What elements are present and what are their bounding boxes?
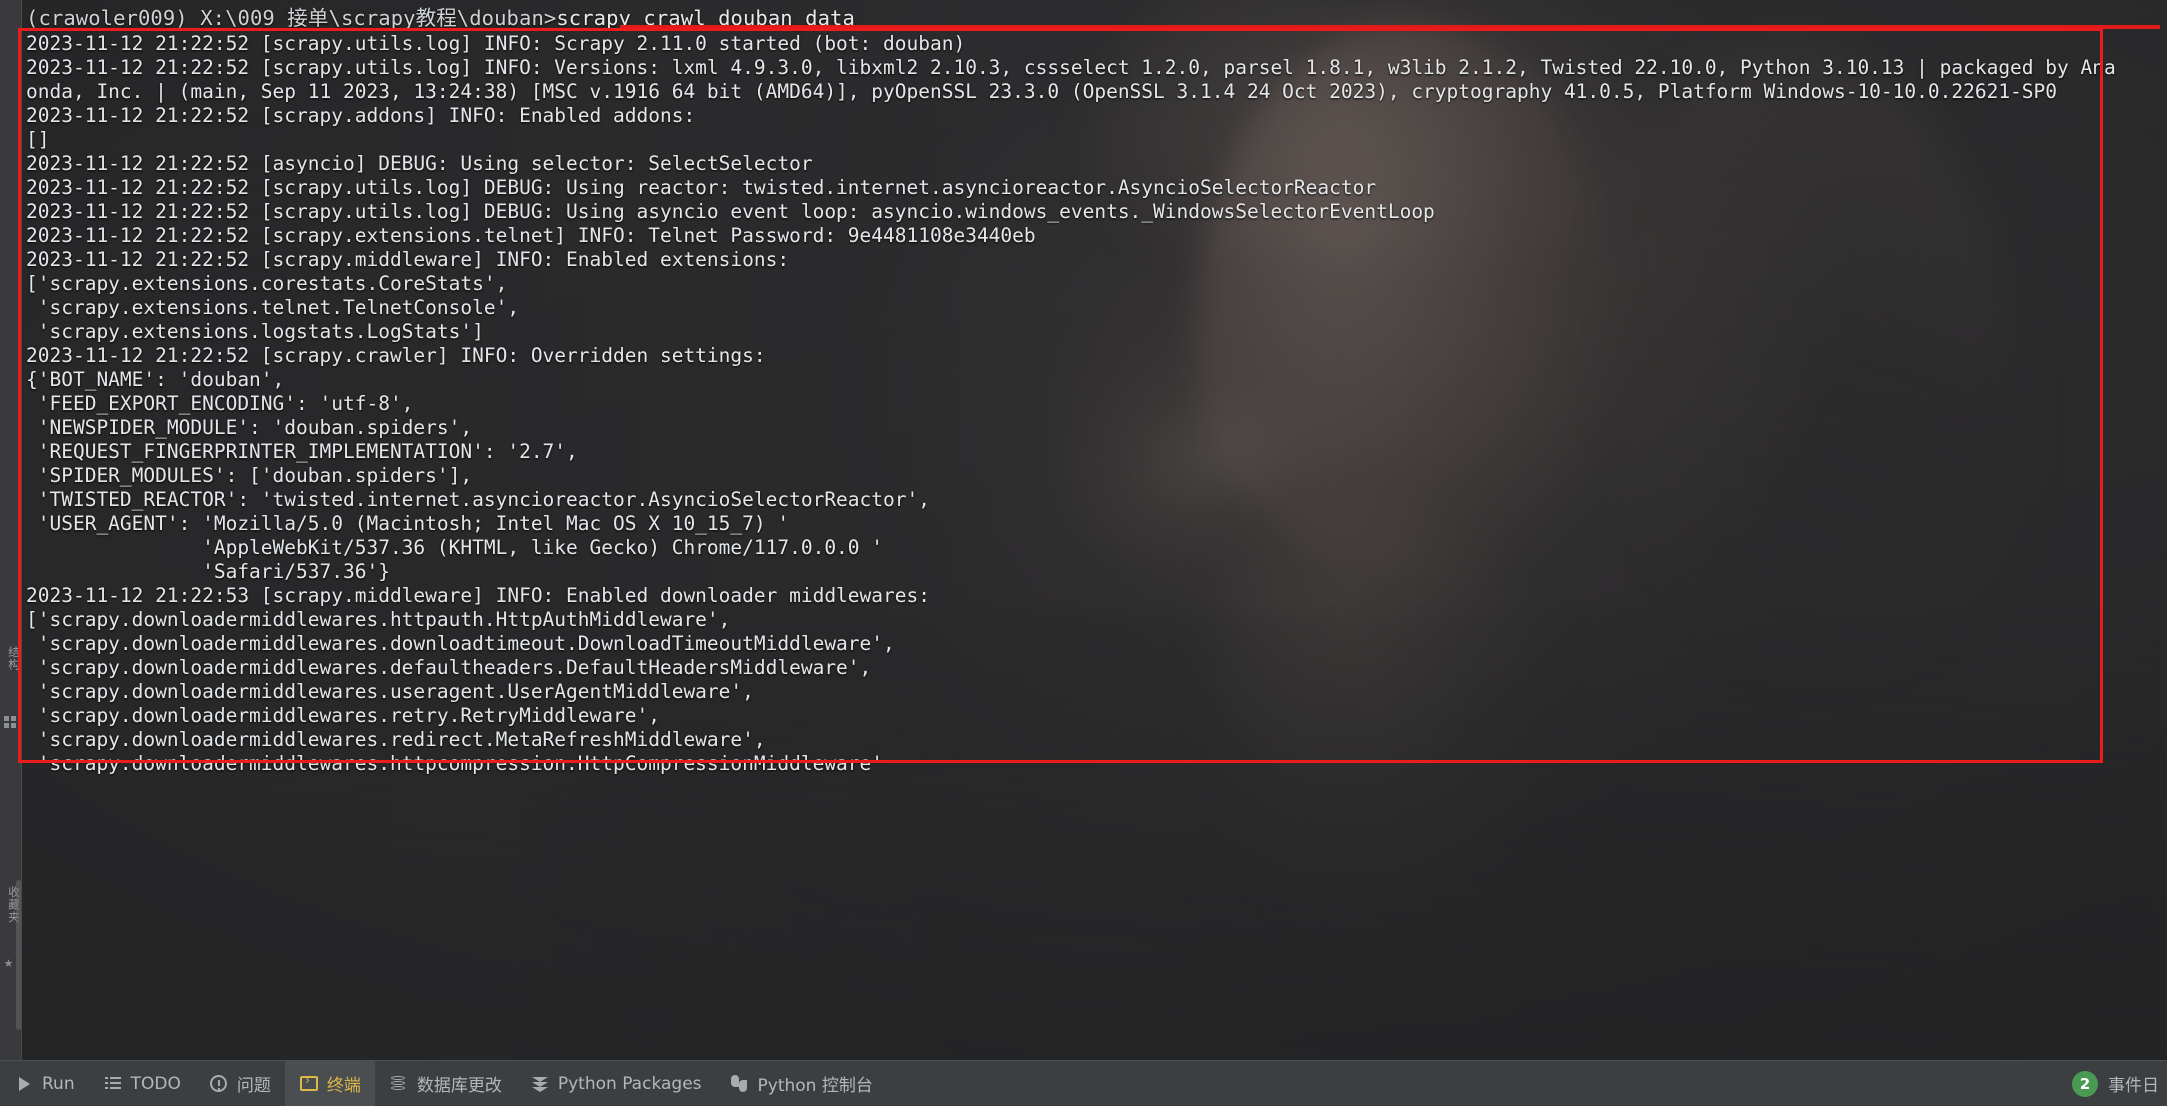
- terminal-log-line: onda, Inc. | (main, Sep 11 2023, 13:24:3…: [26, 80, 2058, 103]
- terminal-log-line: 'scrapy.downloadermiddlewares.useragent.…: [26, 680, 754, 703]
- problems-icon: [209, 1074, 229, 1094]
- terminal-log-line: ['scrapy.extensions.corestats.CoreStats'…: [26, 272, 508, 295]
- terminal-log-lines: 2023-11-12 21:22:52 [scrapy.utils.log] I…: [26, 32, 2167, 776]
- terminal-log-line: 2023-11-12 21:22:52 [scrapy.crawler] INF…: [26, 344, 766, 367]
- terminal-log-line: 'FEED_EXPORT_ENCODING': 'utf-8',: [26, 392, 414, 415]
- run-icon: [14, 1074, 34, 1094]
- terminal-log-line: 2023-11-12 21:22:53 [scrapy.middleware] …: [26, 584, 930, 607]
- structure-icon[interactable]: [4, 716, 18, 730]
- terminal-log-line: 'scrapy.extensions.telnet.TelnetConsole'…: [26, 296, 520, 319]
- terminal-log-line: 2023-11-12 21:22:52 [scrapy.utils.log] I…: [26, 32, 966, 55]
- terminal-log-line: []: [26, 128, 50, 151]
- terminal-log-line: 2023-11-12 21:22:52 [scrapy.utils.log] D…: [26, 176, 1377, 199]
- terminal-log-line: 'AppleWebKit/537.36 (KHTML, like Gecko) …: [26, 536, 884, 559]
- terminal-log-line: {'BOT_NAME': 'douban',: [26, 368, 285, 391]
- terminal-log-line: 'REQUEST_FINGERPRINTER_IMPLEMENTATION': …: [26, 440, 578, 463]
- tool-window-problems-label: 问题: [236, 1076, 271, 1096]
- terminal-log-line: ['scrapy.downloadermiddlewares.httpauth.…: [26, 608, 731, 631]
- terminal-output-panel[interactable]: 2023-11-12 21:22:52 [scrapy.utils.log] I…: [22, 30, 2167, 1060]
- tool-window-database-changes-label: 数据库更改: [416, 1076, 502, 1096]
- terminal-log-line: 2023-11-12 21:22:52 [scrapy.extensions.t…: [26, 224, 1036, 247]
- python-icon: [730, 1074, 750, 1094]
- prompt-env: (crawoler009): [26, 6, 201, 30]
- terminal-log-line: 'scrapy.extensions.logstats.LogStats']: [26, 320, 484, 343]
- todo-icon: [103, 1074, 123, 1094]
- terminal-log-line: 'scrapy.downloadermiddlewares.downloadti…: [26, 632, 895, 655]
- terminal-icon: [299, 1074, 319, 1094]
- terminal-log-line: 2023-11-12 21:22:52 [scrapy.utils.log] I…: [26, 56, 2116, 79]
- terminal-log-line: 2023-11-12 21:22:52 [asyncio] DEBUG: Usi…: [26, 152, 813, 175]
- prompt-path: X:\009_接单\scrapy教程\douban>: [200, 6, 557, 30]
- terminal-log-line: 'TWISTED_REACTOR': 'twisted.internet.asy…: [26, 488, 930, 511]
- terminal-log-line: 'NEWSPIDER_MODULE': 'douban.spiders',: [26, 416, 473, 439]
- terminal-log-line: 'SPIDER_MODULES': ['douban.spiders'],: [26, 464, 473, 487]
- python-packages-icon: [530, 1074, 550, 1094]
- event-log-label: 事件日: [2108, 1076, 2159, 1096]
- database-icon: [389, 1074, 409, 1094]
- red-underline-annotation: [620, 25, 2160, 29]
- terminal-log-line: 'scrapy.downloadermiddlewares.redirect.M…: [26, 728, 766, 751]
- tool-window-database-changes[interactable]: 数据库更改: [375, 1061, 516, 1106]
- bottom-tool-window-bar: Run TODO 问题 终端 数据库更改 Python Pack: [0, 1060, 2167, 1106]
- terminal-log-line: 2023-11-12 21:22:52 [scrapy.addons] INFO…: [26, 104, 696, 127]
- tool-window-problems[interactable]: 问题: [195, 1061, 285, 1106]
- event-log-badge: 2: [2072, 1070, 2098, 1097]
- terminal-scrollbar[interactable]: [16, 880, 21, 1030]
- terminal-log-line: 2023-11-12 21:22:52 [scrapy.middleware] …: [26, 248, 790, 271]
- sidebar-item-structure[interactable]: 结构: [0, 646, 22, 671]
- terminal-log-line: 'scrapy.downloadermiddlewares.httpcompre…: [26, 752, 884, 775]
- pycharm-terminal-window: (crawoler009) X:\009_接单\scrapy教程\douban>…: [0, 0, 2167, 1106]
- tool-window-todo[interactable]: TODO: [89, 1061, 195, 1106]
- tool-window-todo-label: TODO: [130, 1073, 181, 1094]
- terminal-log-line: 'scrapy.downloadermiddlewares.defaulthea…: [26, 656, 872, 679]
- left-tool-strip: 结构 收藏夹 ★: [0, 0, 22, 1060]
- tool-window-terminal-label: 终端: [326, 1076, 361, 1096]
- tool-window-terminal[interactable]: 终端: [284, 1060, 375, 1106]
- tool-window-event-log[interactable]: 2 事件日: [2072, 1070, 2167, 1097]
- tool-window-python-packages-label: Python Packages: [557, 1073, 702, 1094]
- tool-window-python-console-label: Python 控制台: [757, 1076, 873, 1096]
- terminal-log-line: 2023-11-12 21:22:52 [scrapy.utils.log] D…: [26, 200, 1435, 223]
- tool-window-run-label: Run: [42, 1073, 75, 1094]
- tool-window-python-packages[interactable]: Python Packages: [516, 1061, 716, 1106]
- terminal-log-line: 'Safari/537.36'}: [26, 560, 390, 583]
- terminal-log-line: 'USER_AGENT': 'Mozilla/5.0 (Macintosh; I…: [26, 512, 790, 535]
- tool-window-run[interactable]: Run: [0, 1061, 89, 1106]
- terminal-log-line: 'scrapy.downloadermiddlewares.retry.Retr…: [26, 704, 660, 727]
- tool-window-python-console[interactable]: Python 控制台: [716, 1061, 887, 1106]
